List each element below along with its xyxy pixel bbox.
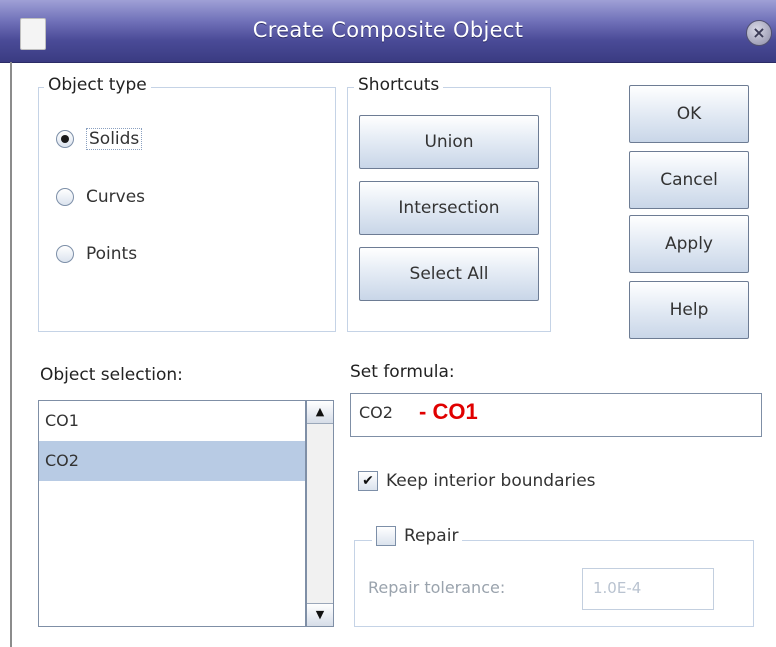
ok-button-label: OK bbox=[676, 104, 702, 124]
list-item[interactable]: CO2 bbox=[39, 441, 305, 481]
set-formula-label: Set formula: bbox=[350, 362, 455, 382]
keep-interior-boundaries-checkbox[interactable]: ✔ Keep interior boundaries bbox=[358, 471, 596, 491]
scroll-up-icon[interactable]: ▲ bbox=[307, 401, 333, 424]
formula-input-value: CO2 bbox=[359, 403, 393, 422]
select-all-button-label: Select All bbox=[409, 264, 489, 284]
list-item[interactable]: CO1 bbox=[39, 401, 305, 441]
window-frame-edge bbox=[10, 62, 12, 647]
repair-tolerance-input[interactable]: 1.0E-4 bbox=[582, 568, 714, 610]
union-button[interactable]: Union bbox=[359, 115, 539, 169]
checkbox-unchecked-icon[interactable] bbox=[376, 526, 396, 546]
union-button-label: Union bbox=[424, 132, 474, 152]
radio-button-icon[interactable] bbox=[56, 188, 74, 206]
radio-points-label: Points bbox=[86, 244, 138, 264]
radio-button-icon[interactable] bbox=[56, 245, 74, 263]
help-button[interactable]: Help bbox=[629, 281, 749, 339]
formula-input[interactable]: CO2 - CO1 bbox=[350, 393, 762, 437]
help-button-label: Help bbox=[669, 300, 709, 320]
close-icon[interactable]: × bbox=[746, 20, 772, 46]
ok-button[interactable]: OK bbox=[629, 85, 749, 143]
radio-solids-label: Solids bbox=[86, 128, 143, 150]
checkbox-checked-icon[interactable]: ✔ bbox=[358, 471, 378, 491]
repair-checkbox[interactable]: Repair bbox=[372, 526, 463, 546]
radio-curves[interactable]: Curves bbox=[56, 187, 145, 207]
radio-curves-label: Curves bbox=[86, 187, 146, 207]
apply-button-label: Apply bbox=[665, 234, 713, 254]
object-selection-list[interactable]: CO1 CO2 bbox=[38, 400, 306, 627]
repair-tolerance-label: Repair tolerance: bbox=[368, 578, 506, 597]
radio-button-icon[interactable] bbox=[56, 130, 74, 148]
select-all-button[interactable]: Select All bbox=[359, 247, 539, 301]
intersection-button[interactable]: Intersection bbox=[359, 181, 539, 235]
formula-annotation: - CO1 bbox=[419, 399, 478, 424]
create-composite-object-dialog: Create Composite Object × Object type So… bbox=[0, 0, 776, 647]
repair-tolerance-value: 1.0E-4 bbox=[593, 579, 642, 597]
cancel-button[interactable]: Cancel bbox=[629, 151, 749, 209]
title-bar[interactable]: Create Composite Object × bbox=[0, 0, 776, 63]
radio-solids[interactable]: Solids bbox=[56, 128, 143, 150]
intersection-button-label: Intersection bbox=[398, 198, 500, 218]
shortcuts-legend: Shortcuts bbox=[354, 75, 444, 95]
object-type-group bbox=[38, 87, 336, 332]
keep-interior-boundaries-label: Keep interior boundaries bbox=[386, 471, 596, 491]
object-type-legend: Object type bbox=[44, 75, 151, 95]
list-scrollbar[interactable]: ▲ ▼ bbox=[306, 400, 334, 627]
repair-label: Repair bbox=[404, 526, 459, 546]
apply-button[interactable]: Apply bbox=[629, 215, 749, 273]
object-selection-label: Object selection: bbox=[40, 365, 183, 385]
scroll-down-icon[interactable]: ▼ bbox=[307, 603, 333, 626]
dialog-title: Create Composite Object bbox=[252, 18, 524, 42]
cancel-button-label: Cancel bbox=[660, 170, 718, 190]
radio-points[interactable]: Points bbox=[56, 244, 137, 264]
